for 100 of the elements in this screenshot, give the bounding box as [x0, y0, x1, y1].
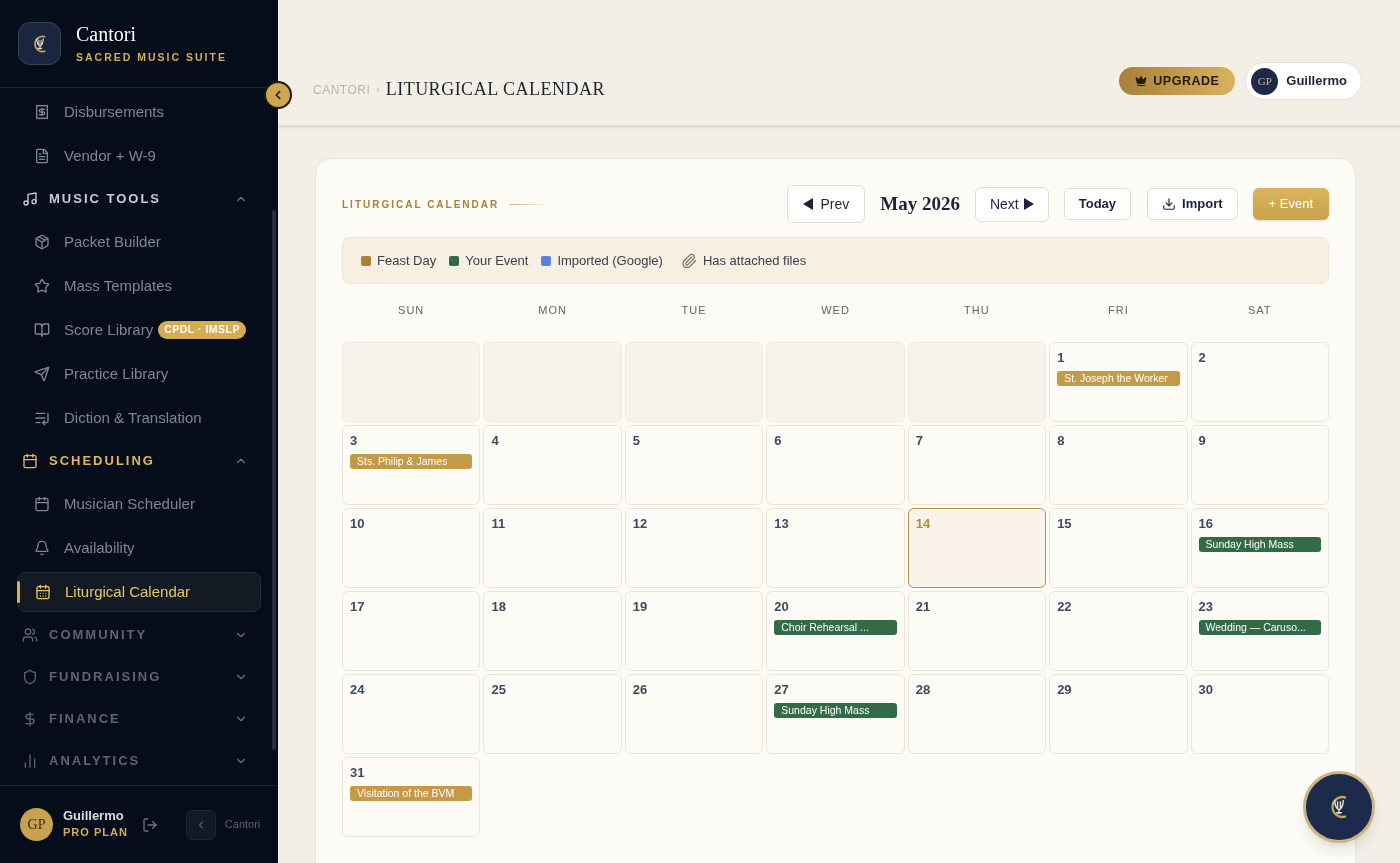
dollar-icon	[22, 711, 38, 727]
day-number: 20	[774, 598, 790, 616]
user-name: Guillermo	[63, 808, 125, 825]
next-button[interactable]: Next	[974, 186, 1049, 222]
paperclip-icon	[680, 252, 697, 269]
day-cell[interactable]: 28	[907, 674, 1047, 754]
user-menu-button[interactable]: GP Guillermo	[1245, 62, 1362, 100]
day-cell[interactable]: 20 Choir Rehearsal ...	[766, 591, 905, 671]
day-cell[interactable]: 16 Sunday High Mass	[1190, 508, 1329, 588]
event-chip[interactable]: Wedding — Caruso...	[1198, 619, 1321, 635]
day-number: 7	[915, 432, 924, 450]
user-avatar: GP	[20, 808, 53, 841]
day-cell[interactable]: 19	[624, 591, 764, 671]
day-cell[interactable]: 26	[624, 674, 764, 754]
upgrade-button[interactable]: UPGRADE	[1119, 67, 1236, 95]
logout-icon[interactable]	[141, 816, 158, 833]
nav-item[interactable]: Score Library CPDL · IMSLP	[17, 310, 261, 350]
user-avatar: GP	[1251, 67, 1279, 95]
day-number: 3	[350, 432, 359, 450]
day-number: 26	[632, 681, 649, 699]
day-cell[interactable]: 31 Visitation of the BVM	[342, 757, 481, 837]
nav-section[interactable]: SCHEDULING	[0, 440, 278, 482]
prev-button[interactable]: Prev	[787, 185, 866, 223]
card-label: LITURGICAL CALENDAR	[342, 197, 500, 212]
bar-chart-icon	[22, 753, 38, 769]
day-number: 8	[1057, 432, 1066, 450]
day-cell[interactable]: 5	[624, 425, 764, 505]
day-number: 10	[350, 515, 366, 533]
day-cell[interactable]: 30	[1190, 674, 1329, 754]
day-number: 5	[632, 432, 642, 450]
day-number: 15	[1057, 515, 1073, 533]
left-triangle-icon	[803, 198, 814, 210]
app-tagline: SACRED MUSIC SUITE	[76, 49, 227, 65]
day-cell[interactable]: 3 Sts. Philip & James	[342, 425, 481, 505]
day-cell[interactable]: 10	[342, 508, 481, 588]
music-note-icon	[22, 191, 38, 207]
import-button[interactable]: Import	[1147, 188, 1238, 220]
day-cell[interactable]: 6	[766, 425, 905, 505]
nav-item[interactable]: Vendor + W-9	[17, 136, 261, 176]
nav-item[interactable]: Liturgical Calendar	[17, 572, 261, 612]
app-name: Cantori	[76, 21, 137, 46]
event-chip[interactable]: Sunday High Mass	[774, 702, 897, 718]
event-chip[interactable]: Choir Rehearsal ...	[774, 619, 897, 635]
day-number: 25	[491, 681, 507, 699]
day-cell[interactable]: 7	[907, 425, 1047, 505]
legend-label: Imported (Google)	[557, 251, 663, 270]
day-cell[interactable]: 27 Sunday High Mass	[766, 674, 905, 754]
day-cell[interactable]: 15	[1049, 508, 1188, 588]
day-number: 24	[350, 681, 366, 699]
source-badge: CPDL · IMSLP	[158, 321, 246, 339]
event-chip[interactable]: Sunday High Mass	[1198, 536, 1321, 552]
day-number: 22	[1057, 598, 1073, 616]
nav-item[interactable]: Musician Scheduler	[17, 484, 261, 524]
nav-item[interactable]: Disbursements	[17, 92, 261, 132]
day-cell[interactable]: 12	[624, 508, 764, 588]
day-cell[interactable]: 22	[1049, 591, 1188, 671]
day-cell[interactable]: 11	[483, 508, 622, 588]
download-icon	[1162, 197, 1177, 211]
day-cell[interactable]: 4	[483, 425, 622, 505]
weekday-header: THU	[963, 303, 991, 318]
nav-item[interactable]: Availability	[17, 528, 261, 568]
nav-item[interactable]: Practice Library	[17, 354, 261, 394]
day-cell[interactable]: 13	[766, 508, 905, 588]
day-number: 14	[915, 515, 932, 533]
day-number: 13	[774, 515, 790, 533]
day-cell[interactable]: 24	[342, 674, 481, 754]
calendar-icon	[22, 453, 38, 469]
month-title: May 2026	[880, 191, 960, 216]
page-title: LITURGICAL CALENDAR	[385, 78, 605, 101]
day-number: 30	[1198, 681, 1215, 699]
today-button[interactable]: Today	[1063, 188, 1132, 220]
nav-section[interactable]: MUSIC TOOLS	[0, 178, 278, 220]
day-cell[interactable]: 18	[483, 591, 622, 671]
weekday-header: MON	[537, 303, 568, 318]
users-icon	[22, 627, 38, 643]
day-cell[interactable]: 9	[1190, 425, 1329, 505]
day-cell[interactable]: 29	[1049, 674, 1188, 754]
day-number: 9	[1198, 432, 1207, 450]
day-cell[interactable]: 2	[1190, 342, 1329, 422]
day-cell[interactable]: 25	[483, 674, 622, 754]
crown-icon	[1135, 75, 1148, 87]
day-cell[interactable]: 17	[342, 591, 481, 671]
scrollbar[interactable]	[272, 210, 276, 750]
day-number: 17	[350, 598, 366, 616]
day-number: 29	[1057, 681, 1073, 699]
weekday-header: WED	[820, 303, 851, 318]
day-cell[interactable]: 8	[1049, 425, 1188, 505]
nav-item[interactable]: Diction & Translation	[17, 398, 261, 438]
book-icon	[34, 322, 50, 338]
nav-item[interactable]: Packet Builder	[17, 222, 261, 262]
day-cell[interactable]: 21	[907, 591, 1047, 671]
paper-plane-icon	[34, 366, 50, 382]
nav-item[interactable]: Mass Templates	[17, 266, 261, 306]
day-number: 31	[350, 764, 366, 782]
legend-label: Feast Day	[377, 251, 437, 270]
day-number: 6	[774, 432, 783, 450]
day-number: 12	[632, 515, 649, 533]
day-cell[interactable]: 1 St. Joseph the Worker	[1049, 342, 1188, 422]
day-cell[interactable]: 23 Wedding — Caruso...	[1190, 591, 1329, 671]
right-triangle-icon	[1023, 198, 1034, 210]
